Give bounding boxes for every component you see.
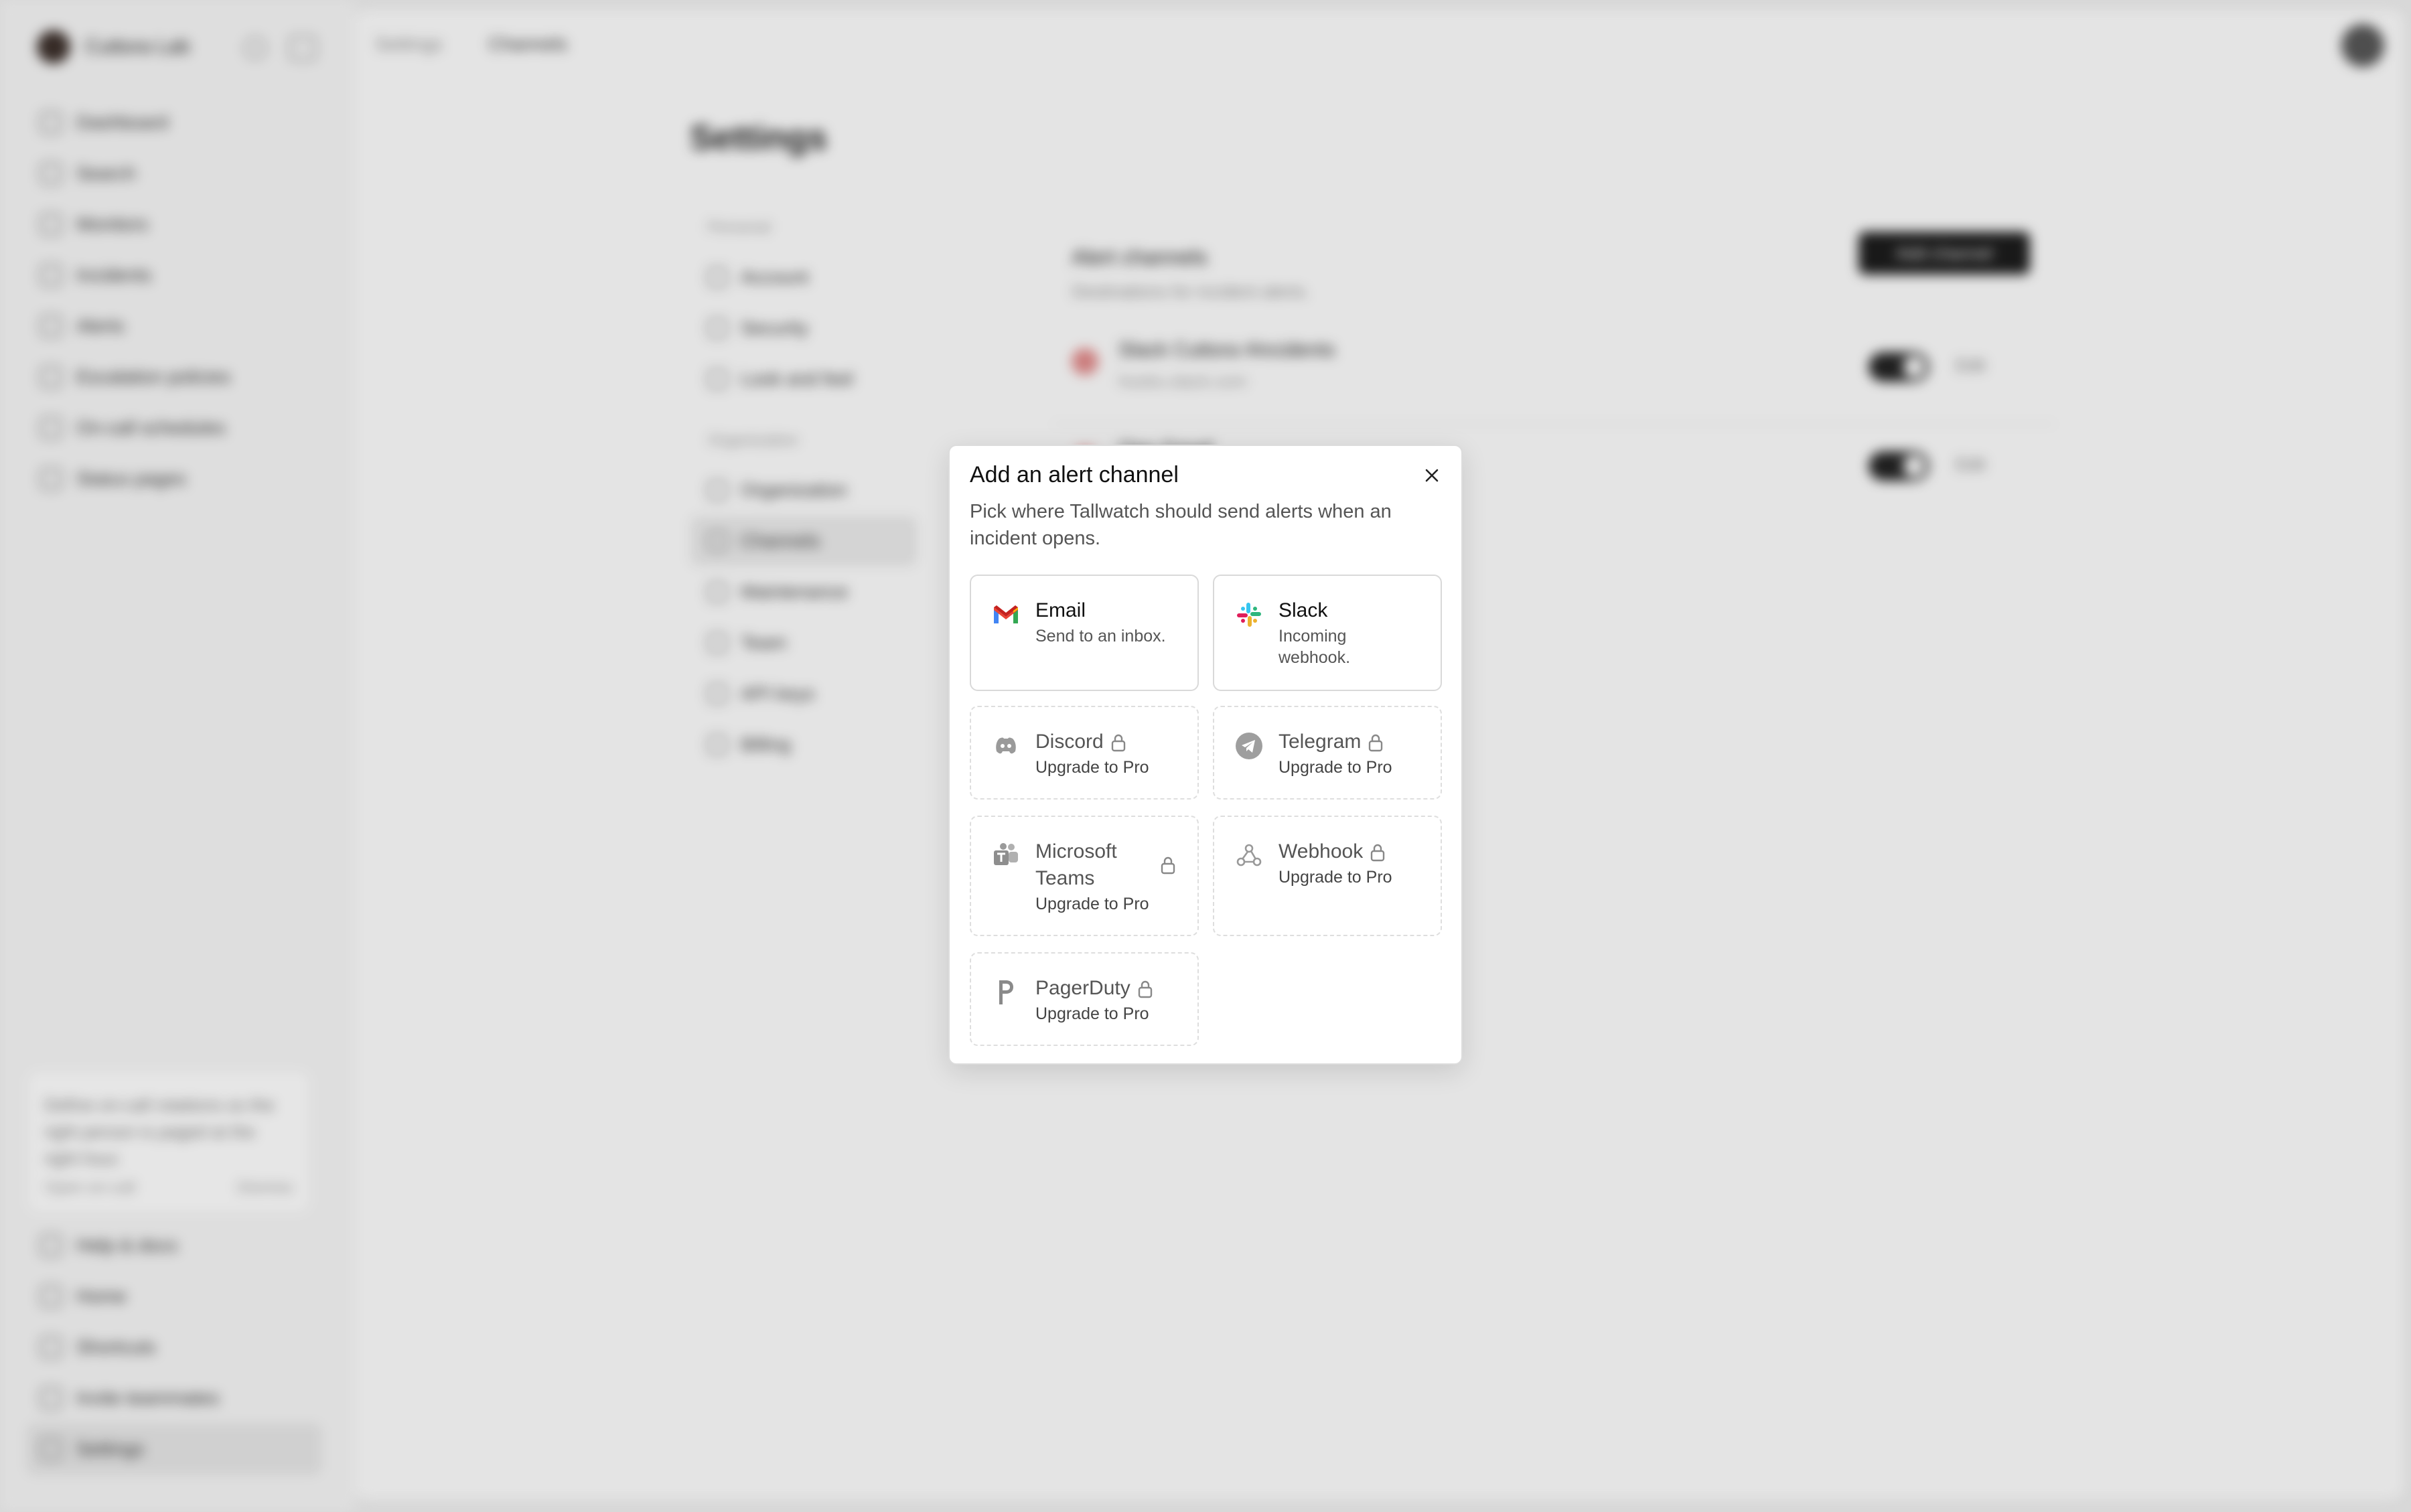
teams-icon (994, 843, 1018, 865)
lock-icon (1369, 734, 1383, 752)
channel-name-row: Discord (1035, 729, 1126, 755)
channel-name: PagerDuty (1035, 977, 1130, 999)
discord-icon (996, 737, 1016, 754)
dialog-title: Add an alert channel (970, 462, 1179, 487)
channel-subtitle: Upgrade to Pro (1278, 758, 1392, 777)
channel-name: Webhook (1278, 840, 1364, 862)
channel-name: Discord (1035, 731, 1104, 753)
channel-option-webhook[interactable]: Webhook Upgrade to Pro (1213, 816, 1442, 936)
telegram-icon (1236, 733, 1262, 759)
lock-icon (1111, 734, 1125, 752)
channel-name: Slack (1278, 599, 1328, 621)
channel-name: Email (1035, 599, 1086, 621)
channel-option-telegram[interactable]: Telegram Upgrade to Pro (1213, 706, 1442, 800)
dialog-description: Pick where Tallwatch should send alerts … (970, 501, 1392, 549)
close-icon (1425, 469, 1439, 482)
pagerduty-icon (999, 980, 1013, 1004)
channel-subtitle: Send to an inbox. (1035, 627, 1166, 646)
slack-icon (1237, 603, 1261, 627)
add-channel-dialog: Add an alert channel Pick where Tallwatc… (948, 445, 1463, 1065)
channel-name-row: Telegram (1278, 729, 1384, 755)
channel-name: Microsoft Teams (1035, 840, 1117, 889)
channel-subtitle: Upgrade to Pro (1035, 895, 1149, 913)
channel-subtitle: Incoming webhook. (1278, 627, 1351, 667)
lock-icon (1138, 980, 1152, 998)
channel-option-slack[interactable]: Slack Incoming webhook. (1213, 575, 1442, 691)
channel-name: Telegram (1278, 731, 1362, 753)
close-button[interactable] (1417, 461, 1447, 490)
gmail-icon (994, 605, 1018, 623)
channel-option-pagerduty[interactable]: PagerDuty Upgrade to Pro (970, 952, 1199, 1046)
channel-option-microsoft-teams[interactable]: Microsoft Teams Upgrade to Pro (970, 816, 1199, 936)
channel-subtitle: Upgrade to Pro (1035, 1004, 1149, 1023)
channel-name-row: PagerDuty (1035, 975, 1153, 1002)
channel-option-discord[interactable]: Discord Upgrade to Pro (970, 706, 1199, 800)
channel-name-row: Webhook (1278, 838, 1386, 865)
lock-icon (1161, 856, 1175, 875)
channel-subtitle: Upgrade to Pro (1278, 868, 1392, 887)
channel-option-email[interactable]: Email Send to an inbox. (970, 575, 1199, 691)
lock-icon (1371, 844, 1385, 862)
channel-subtitle: Upgrade to Pro (1035, 758, 1149, 777)
webhook-icon (1236, 844, 1262, 866)
